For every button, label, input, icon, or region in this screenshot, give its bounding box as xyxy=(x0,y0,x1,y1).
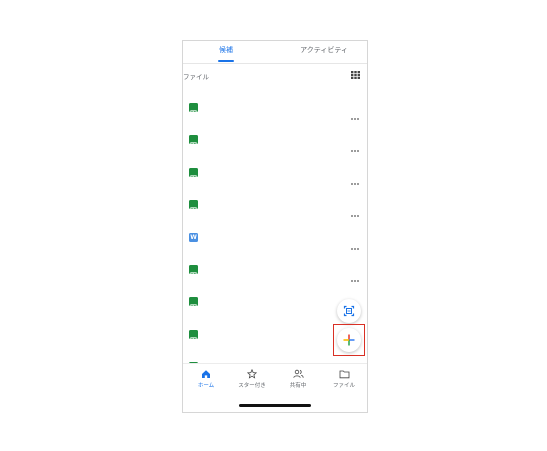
tab-suggested[interactable]: 候補 xyxy=(211,45,241,55)
grid-view-icon[interactable] xyxy=(351,71,360,79)
file-row[interactable] xyxy=(183,135,367,167)
scan-button[interactable] xyxy=(337,299,361,323)
nav-shared-label: 共有中 xyxy=(289,383,307,389)
nav-shared[interactable]: 共有中 xyxy=(275,369,321,389)
nav-starred-label: スター付き xyxy=(238,383,266,389)
file-row[interactable]: W xyxy=(183,232,367,265)
plus-icon xyxy=(343,334,355,346)
nav-files[interactable]: ファイル xyxy=(321,369,367,389)
more-options-icon[interactable] xyxy=(349,138,361,153)
home-indicator xyxy=(239,404,311,407)
file-row[interactable] xyxy=(183,167,367,200)
nav-starred[interactable]: スター付き xyxy=(229,369,275,389)
sheets-icon xyxy=(189,167,198,182)
nav-files-label: ファイル xyxy=(332,383,355,389)
folder-icon xyxy=(339,370,349,379)
word-icon: W xyxy=(189,232,198,242)
tab-indicator xyxy=(218,60,234,62)
sheets-icon xyxy=(189,200,198,214)
star-icon xyxy=(247,369,257,379)
sheets-icon xyxy=(189,329,198,344)
more-options-icon[interactable] xyxy=(349,203,361,218)
people-icon xyxy=(292,369,304,378)
file-row[interactable] xyxy=(183,103,367,135)
sheets-icon xyxy=(189,265,198,279)
document-scan-icon xyxy=(343,305,355,317)
section-title: ファイル xyxy=(183,73,209,81)
sheets-icon xyxy=(189,103,198,117)
nav-home[interactable]: ホーム xyxy=(183,369,229,389)
more-options-icon[interactable] xyxy=(349,106,361,120)
home-icon xyxy=(202,370,210,378)
more-options-icon[interactable] xyxy=(349,268,361,282)
nav-home-label: ホーム xyxy=(197,383,215,389)
new-button[interactable] xyxy=(337,328,361,352)
top-tabs: 候補 アクティビティ xyxy=(183,41,367,64)
more-options-icon[interactable] xyxy=(349,171,361,185)
more-options-icon[interactable] xyxy=(349,236,361,250)
sheets-icon xyxy=(189,135,198,150)
phone-screen: 候補 アクティビティ ファイル W ホーム スター付き 共有中 ファイル xyxy=(182,40,368,413)
tab-activity[interactable]: アクティビティ xyxy=(289,45,359,55)
file-row[interactable] xyxy=(183,200,367,232)
sheets-icon xyxy=(189,297,198,312)
file-row[interactable] xyxy=(183,265,367,297)
